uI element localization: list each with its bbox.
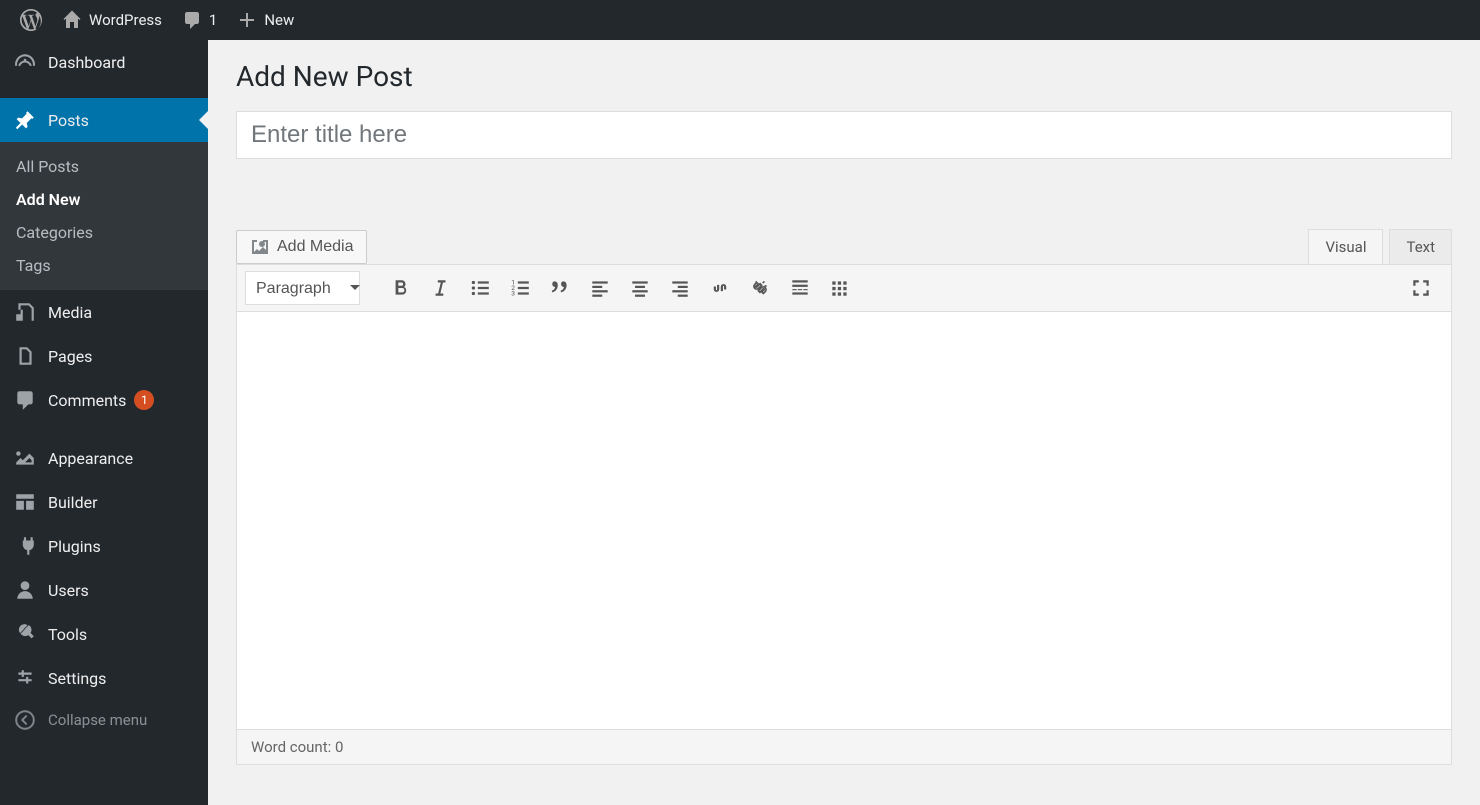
editor-tabs: Visual Text xyxy=(1302,229,1452,264)
add-media-button[interactable]: Add Media xyxy=(236,230,367,264)
submenu-add-new[interactable]: Add New xyxy=(0,183,208,216)
editor-toolbar: Paragraph 123 xyxy=(236,264,1452,312)
read-more-button[interactable] xyxy=(782,271,818,305)
fullscreen-icon xyxy=(1410,277,1432,299)
dashboard-icon xyxy=(12,51,38,73)
quote-icon xyxy=(549,277,571,299)
bold-icon xyxy=(389,277,411,299)
submenu-all-posts[interactable]: All Posts xyxy=(0,150,208,183)
site-home-link[interactable]: WordPress xyxy=(52,0,172,40)
bullet-list-button[interactable] xyxy=(462,271,498,305)
wp-logo[interactable] xyxy=(10,0,52,40)
tools-icon xyxy=(12,623,38,645)
admin-sidebar: Dashboard Posts All Posts Add New Catego… xyxy=(0,40,208,805)
media-add-icon xyxy=(249,237,269,257)
menu-media[interactable]: Media xyxy=(0,290,208,334)
comments-link[interactable]: 1 xyxy=(172,0,227,40)
blockquote-button[interactable] xyxy=(542,271,578,305)
align-right-icon xyxy=(669,277,691,299)
post-title-input[interactable] xyxy=(236,111,1452,159)
pin-icon xyxy=(12,109,38,131)
menu-pages[interactable]: Pages xyxy=(0,334,208,378)
submenu-posts: All Posts Add New Categories Tags xyxy=(0,142,208,290)
appearance-icon xyxy=(12,447,38,469)
menu-comments[interactable]: Comments 1 xyxy=(0,378,208,422)
users-icon xyxy=(12,579,38,601)
menu-plugins[interactable]: Plugins xyxy=(0,524,208,568)
admin-bar: WordPress 1 New xyxy=(0,0,1480,40)
plus-icon xyxy=(237,10,257,30)
submenu-tags[interactable]: Tags xyxy=(0,249,208,282)
italic-icon xyxy=(429,277,451,299)
home-icon xyxy=(62,10,82,30)
menu-settings[interactable]: Settings xyxy=(0,656,208,700)
align-right-button[interactable] xyxy=(662,271,698,305)
menu-users[interactable]: Users xyxy=(0,568,208,612)
media-icon xyxy=(12,301,38,323)
link-button[interactable] xyxy=(702,271,738,305)
collapse-menu[interactable]: Collapse menu xyxy=(0,700,208,740)
list-ol-icon: 123 xyxy=(509,277,531,299)
editor: Add Media Visual Text Paragraph 123 xyxy=(236,229,1452,765)
new-label: New xyxy=(264,11,294,29)
align-center-icon xyxy=(629,277,651,299)
comments-badge: 1 xyxy=(134,390,154,410)
builder-icon xyxy=(12,491,38,513)
tab-visual[interactable]: Visual xyxy=(1308,229,1383,264)
link-icon xyxy=(709,277,731,299)
unlink-button[interactable] xyxy=(742,271,778,305)
fullscreen-button[interactable] xyxy=(1403,271,1439,305)
menu-builder[interactable]: Builder xyxy=(0,480,208,524)
menu-posts[interactable]: Posts xyxy=(0,98,208,142)
settings-icon xyxy=(12,667,38,689)
comment-count: 1 xyxy=(209,11,217,29)
site-name: WordPress xyxy=(89,11,162,29)
align-left-icon xyxy=(589,277,611,299)
readmore-icon xyxy=(789,277,811,299)
numbered-list-button[interactable]: 123 xyxy=(502,271,538,305)
align-center-button[interactable] xyxy=(622,271,658,305)
format-select[interactable]: Paragraph xyxy=(245,271,360,305)
new-content-link[interactable]: New xyxy=(227,0,304,40)
bold-button[interactable] xyxy=(382,271,418,305)
plugins-icon xyxy=(12,535,38,557)
svg-text:3: 3 xyxy=(511,290,515,298)
menu-appearance[interactable]: Appearance xyxy=(0,436,208,480)
italic-button[interactable] xyxy=(422,271,458,305)
wordpress-logo-icon xyxy=(20,9,42,31)
menu-tools[interactable]: Tools xyxy=(0,612,208,656)
align-left-button[interactable] xyxy=(582,271,618,305)
editor-statusbar: Word count: 0 xyxy=(236,730,1452,765)
submenu-categories[interactable]: Categories xyxy=(0,216,208,249)
collapse-icon xyxy=(12,709,38,731)
comments-icon xyxy=(12,389,38,411)
main-content: Add New Post Add Media Visual Text Parag… xyxy=(208,40,1480,805)
comment-icon xyxy=(182,10,202,30)
list-ul-icon xyxy=(469,277,491,299)
toolbar-toggle-button[interactable] xyxy=(822,271,858,305)
menu-dashboard[interactable]: Dashboard xyxy=(0,40,208,84)
page-title: Add New Post xyxy=(236,60,1452,93)
kitchen-sink-icon xyxy=(829,277,851,299)
unlink-icon xyxy=(749,277,771,299)
editor-content[interactable] xyxy=(236,312,1452,730)
tab-text[interactable]: Text xyxy=(1389,229,1452,264)
pages-icon xyxy=(12,345,38,367)
word-count-value: 0 xyxy=(335,738,343,756)
